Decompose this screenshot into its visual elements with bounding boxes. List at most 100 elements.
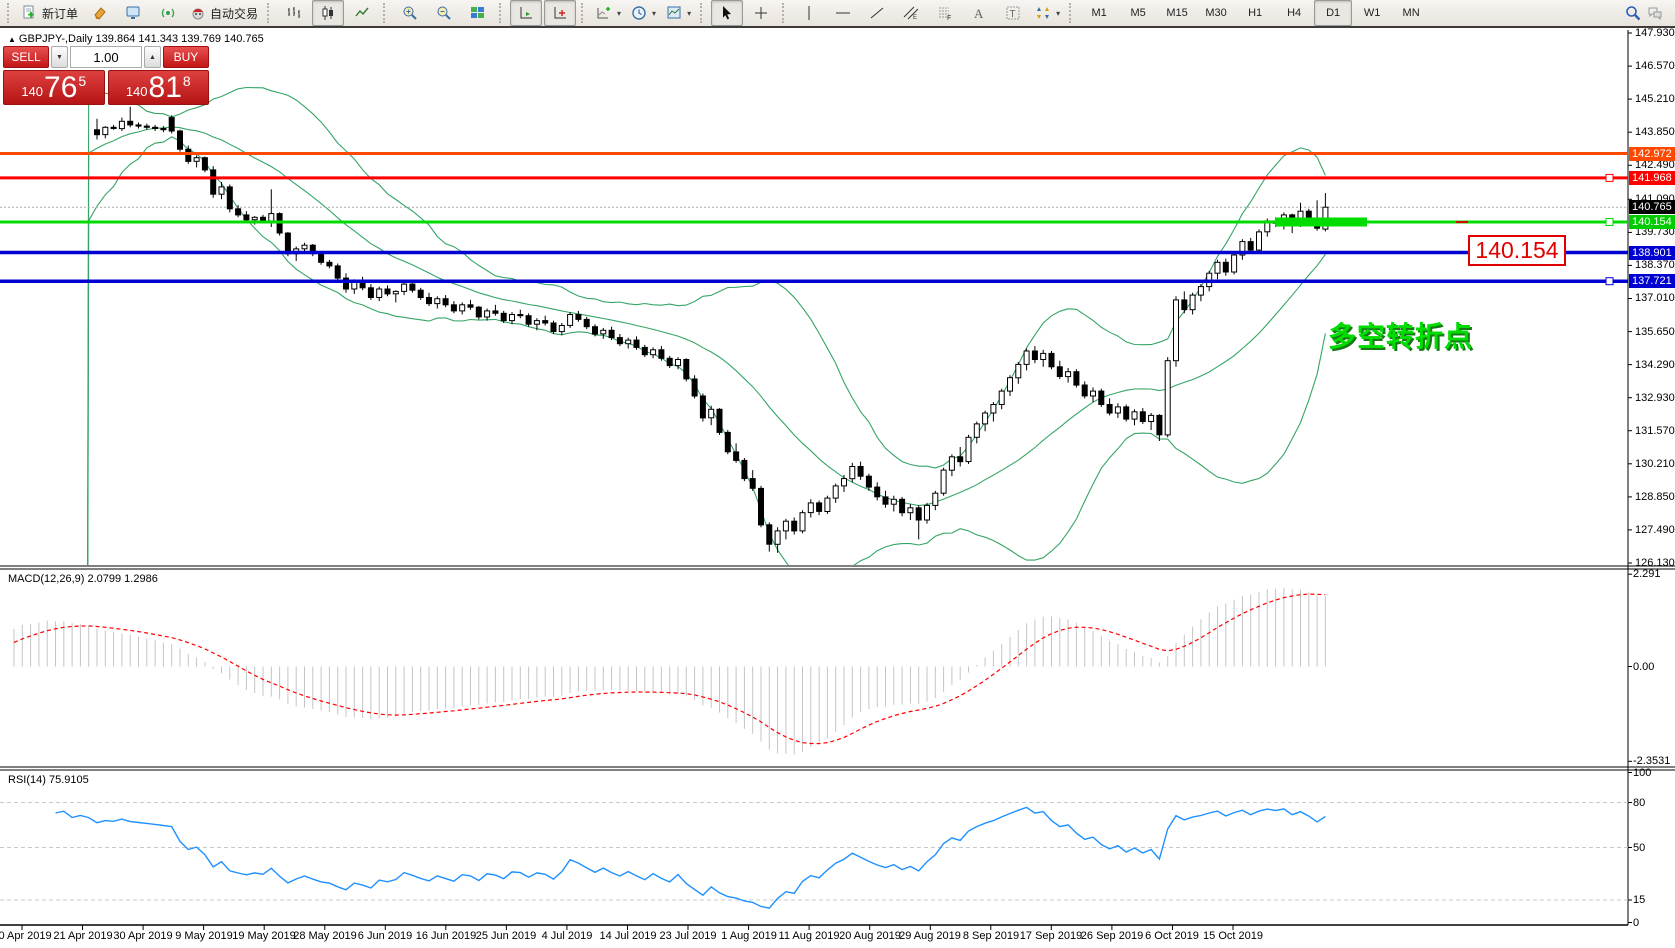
- signal-button[interactable]: [152, 0, 184, 26]
- zoom-in-button[interactable]: [394, 0, 426, 26]
- sell-price-prefix: 140: [21, 84, 43, 99]
- line-chart-button[interactable]: [346, 0, 378, 26]
- tile-windows-button[interactable]: [462, 0, 494, 26]
- vertical-line-tool[interactable]: [793, 0, 825, 26]
- signal-icon: [160, 5, 176, 21]
- auto-scroll-icon: [518, 5, 534, 21]
- toolbar-grip: [1069, 3, 1075, 23]
- new-order-label: 新订单: [42, 5, 78, 22]
- toolbar-grip: [499, 3, 505, 23]
- candle-chart-button[interactable]: [312, 0, 344, 26]
- timeframe-m1[interactable]: M1: [1080, 0, 1118, 26]
- autotrade-button[interactable]: 自动交易: [186, 0, 262, 26]
- label-tool[interactable]: T: [997, 0, 1029, 26]
- timeframe-m30[interactable]: M30: [1197, 0, 1235, 26]
- vertical-line-icon: [801, 5, 817, 21]
- autotrade-icon: [190, 5, 206, 21]
- price-callout-label[interactable]: 140.154: [1468, 235, 1566, 266]
- chart-shift-button[interactable]: [544, 0, 576, 26]
- candlestick-chart-icon: [320, 5, 336, 21]
- timeframe-m5[interactable]: M5: [1119, 0, 1157, 26]
- chart-shift-icon: [552, 5, 568, 21]
- timeframe-mn[interactable]: MN: [1392, 0, 1430, 26]
- svg-text:T: T: [1010, 9, 1016, 20]
- timeframe-w1[interactable]: W1: [1353, 0, 1391, 26]
- trading-terminal-window: { "toolbar": { "new_order_label": "新订单",…: [0, 0, 1675, 948]
- clock-icon: [631, 5, 647, 21]
- macd-histogram: [14, 588, 1325, 755]
- add-indicator-icon: [596, 5, 612, 21]
- main-toolbar: 新订单 自动交易 ▾ ▾ ▾ E F A T ▾ M1M5M15M30H1H4D…: [0, 0, 1675, 28]
- highlight-zone[interactable]: [1275, 218, 1367, 227]
- templates-button[interactable]: ▾: [662, 0, 695, 26]
- text-icon: A: [971, 5, 987, 21]
- line-chart-icon: [354, 5, 370, 21]
- chinese-annotation-text[interactable]: 多空转折点: [1328, 315, 1473, 355]
- timeframe-group: M1M5M15M30H1H4D1W1MN: [1080, 0, 1430, 26]
- candles-layer: [95, 107, 1328, 553]
- bollinger-bands: [64, 85, 1326, 948]
- search-icon[interactable]: [1625, 5, 1641, 21]
- svg-text:A: A: [974, 6, 984, 21]
- new-order-button[interactable]: 新订单: [18, 0, 82, 26]
- equidistant-channel-icon: E: [903, 5, 919, 21]
- trendline-tool[interactable]: [861, 0, 893, 26]
- volume-increase-button[interactable]: ▲: [144, 46, 161, 68]
- indicators-button[interactable]: ▾: [592, 0, 625, 26]
- styler-button[interactable]: [84, 0, 116, 26]
- toolbar-grip: [383, 3, 389, 23]
- autotrade-label: 自动交易: [210, 5, 258, 22]
- toolbar-grip: [782, 3, 788, 23]
- buy-price-sup: 8: [183, 73, 191, 89]
- auto-scroll-button[interactable]: [510, 0, 542, 26]
- arrows-icon: [1035, 5, 1051, 21]
- crosshair-button[interactable]: [745, 0, 777, 26]
- horizontal-line-tool[interactable]: [827, 0, 859, 26]
- zoom-in-icon: [402, 5, 418, 21]
- terminal-icon: [126, 5, 142, 21]
- sell-button[interactable]: SELL: [3, 46, 49, 68]
- volume-input[interactable]: [70, 46, 142, 68]
- text-tool[interactable]: A: [963, 0, 995, 26]
- buy-price-prefix: 140: [126, 84, 148, 99]
- sell-price-button[interactable]: 140 76 5: [3, 70, 105, 105]
- cursor-button[interactable]: [711, 0, 743, 26]
- text-label-icon: T: [1005, 5, 1021, 21]
- buy-button[interactable]: BUY: [163, 46, 209, 68]
- zoom-out-button[interactable]: [428, 0, 460, 26]
- horizontal-line-icon: [835, 5, 851, 21]
- bar-chart-icon: [286, 5, 302, 21]
- crosshair-icon: [753, 5, 769, 21]
- cursor-arrow-icon: [719, 5, 735, 21]
- dropdown-arrow-icon: ▾: [617, 9, 621, 18]
- toolbar-grip: [7, 3, 13, 23]
- chart-canvas[interactable]: [0, 30, 1675, 948]
- fibonacci-tool[interactable]: F: [929, 0, 961, 26]
- dropdown-arrow-icon: ▾: [652, 9, 656, 18]
- svg-text:F: F: [947, 15, 951, 21]
- axis-ticks: [22, 33, 1632, 930]
- one-click-trading-panel: SELL ▼ ▲ BUY 140 76 5 140 81 8: [3, 46, 209, 105]
- sell-price-big: 76: [44, 73, 77, 103]
- channel-tool[interactable]: E: [895, 0, 927, 26]
- buy-price-big: 81: [149, 73, 182, 103]
- svg-text:E: E: [913, 15, 917, 21]
- template-icon: [666, 5, 682, 21]
- timeframe-h4[interactable]: H4: [1275, 0, 1313, 26]
- chat-icon[interactable]: [1647, 5, 1663, 21]
- shapes-tool[interactable]: ▾: [1031, 0, 1064, 26]
- toolbar-grip: [267, 3, 273, 23]
- chart-area[interactable]: ▲GBPJPY-,Daily 139.864 141.343 139.769 1…: [0, 30, 1675, 948]
- bar-chart-button[interactable]: [278, 0, 310, 26]
- timeframe-h1[interactable]: H1: [1236, 0, 1274, 26]
- timeframe-d1[interactable]: D1: [1314, 0, 1352, 26]
- volume-decrease-button[interactable]: ▼: [51, 46, 68, 68]
- terminal-button[interactable]: [118, 0, 150, 26]
- periods-button[interactable]: ▾: [627, 0, 660, 26]
- timeframe-m15[interactable]: M15: [1158, 0, 1196, 26]
- dropdown-arrow-icon: ▾: [1056, 9, 1060, 18]
- pane-borders: [0, 30, 1675, 925]
- buy-price-button[interactable]: 140 81 8: [108, 70, 210, 105]
- fibonacci-icon: F: [937, 5, 953, 21]
- rsi-levels: [0, 803, 1628, 901]
